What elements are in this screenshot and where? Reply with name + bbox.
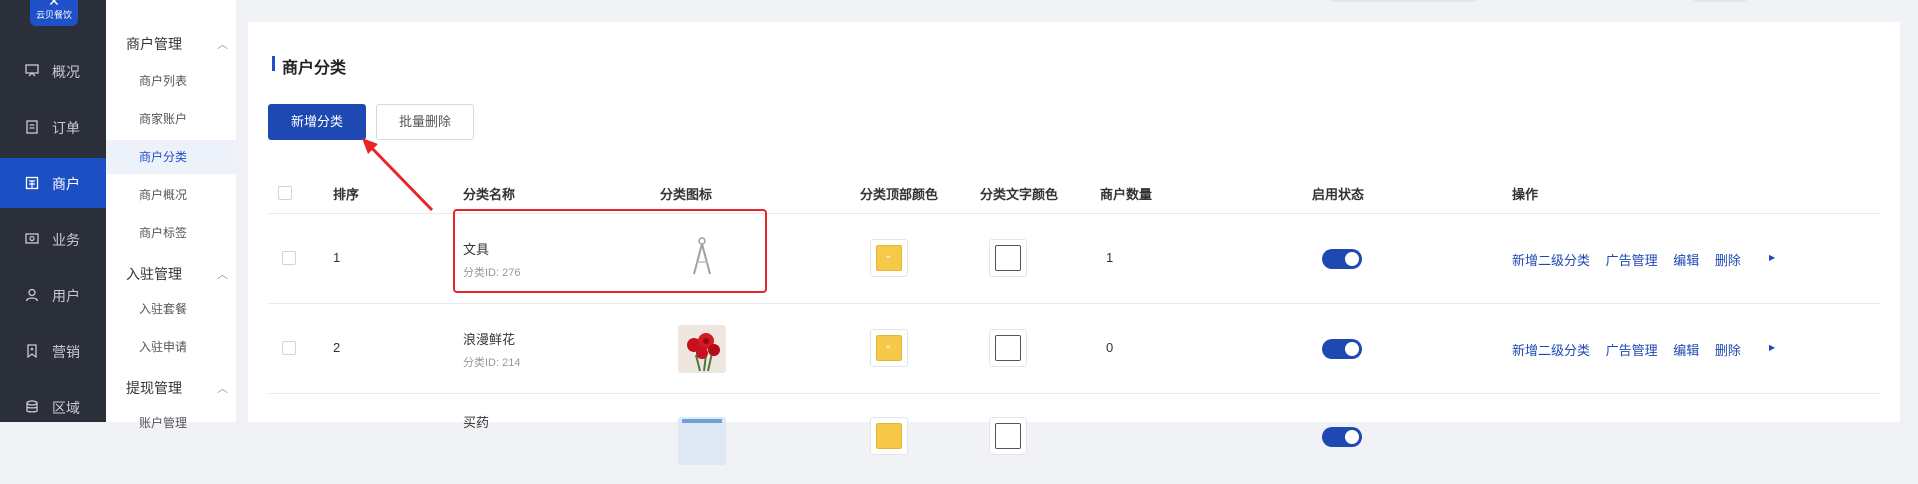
menu-group-onboarding[interactable]: 入驻管理 ︿ bbox=[126, 264, 228, 284]
menu-item-account-management[interactable]: 账户管理 bbox=[106, 406, 236, 440]
tag-icon bbox=[27, 344, 37, 359]
annotation-highlight-box bbox=[453, 209, 767, 293]
menu-item-merchant-categories[interactable]: 商户分类 bbox=[106, 140, 236, 174]
nav-marketing[interactable]: 营销 bbox=[0, 326, 106, 376]
chevron-down-icon: ⌄ bbox=[884, 250, 893, 261]
document-icon bbox=[26, 120, 38, 134]
top-header bbox=[236, 0, 1918, 8]
menu-item-merchant-list[interactable]: 商户列表 bbox=[106, 64, 236, 98]
col-ops: 操作 bbox=[1512, 187, 1539, 202]
col-text-color: 分类文字颜色 bbox=[980, 187, 1059, 202]
col-count: 商户数量 bbox=[1100, 187, 1153, 202]
row-order: 1 bbox=[333, 250, 341, 265]
color-fill bbox=[995, 423, 1021, 449]
batch-delete-button[interactable]: 批量删除 bbox=[376, 104, 474, 140]
delete-link[interactable]: 删除 bbox=[1715, 253, 1741, 268]
annotation-arrow-icon bbox=[362, 138, 434, 212]
page-title: 商户分类 bbox=[272, 54, 346, 78]
monitor-icon bbox=[25, 233, 39, 244]
menu-group-withdrawal[interactable]: 提现管理 ︿ bbox=[126, 378, 228, 398]
edit-link[interactable]: 编辑 bbox=[1673, 343, 1699, 358]
col-status: 启用状态 bbox=[1312, 187, 1365, 202]
add-category-button[interactable]: 新增分类 bbox=[268, 104, 366, 140]
text-color-picker[interactable] bbox=[989, 239, 1027, 277]
secondary-menu: 商户管理 ︿ 商户列表 商家账户 商户分类 商户概况 商户标签 入驻管理 ︿ 入… bbox=[106, 0, 236, 430]
add-subcategory-link[interactable]: 新增二级分类 bbox=[1512, 253, 1590, 268]
table-row: 买药 bbox=[268, 394, 1880, 484]
toggle-knob bbox=[1345, 252, 1359, 266]
top-color-picker[interactable] bbox=[870, 417, 908, 455]
chevron-down-icon: ⌄ bbox=[884, 340, 893, 351]
chart-board-icon bbox=[25, 64, 39, 77]
text-color-picker[interactable] bbox=[989, 417, 1027, 455]
nav-region[interactable]: 区域 bbox=[0, 382, 106, 432]
menu-item-merchant-accounts[interactable]: 商家账户 bbox=[106, 102, 236, 136]
menu-group-merchant-management[interactable]: 商户管理 ︿ bbox=[126, 34, 228, 54]
row-checkbox[interactable] bbox=[282, 341, 296, 355]
row-order: 2 bbox=[333, 340, 341, 355]
chevron-up-icon: ︿ bbox=[217, 269, 228, 281]
expand-arrow-icon[interactable]: ▶ bbox=[1769, 343, 1775, 352]
database-icon bbox=[26, 400, 38, 413]
menu-item-onboarding-plans[interactable]: 入驻套餐 bbox=[106, 292, 236, 326]
app-logo[interactable]: ✕ 云贝餐饮 bbox=[30, 0, 78, 26]
select-all-checkbox[interactable] bbox=[278, 186, 292, 200]
main-nav-rail: ✕ 云贝餐饮 概况 订单 商户 业务 用户 营销 区域 bbox=[0, 0, 106, 422]
nav-overview[interactable]: 概况 bbox=[0, 46, 106, 96]
col-top-color: 分类顶部颜色 bbox=[860, 187, 939, 202]
edit-link[interactable]: 编辑 bbox=[1673, 253, 1699, 268]
merchant-count: 0 bbox=[1106, 340, 1114, 355]
header-button[interactable] bbox=[1692, 0, 1748, 2]
delete-link[interactable]: 删除 bbox=[1715, 343, 1741, 358]
status-toggle[interactable] bbox=[1322, 249, 1362, 269]
table-row: 2 浪漫鲜花 分类ID: 214 ⌄ 0 新增二级分类 广告管理 编辑 删除 ▶ bbox=[268, 304, 1880, 394]
medicine-icon bbox=[678, 417, 726, 465]
menu-item-merchant-tags[interactable]: 商户标签 bbox=[106, 216, 236, 250]
nav-business[interactable]: 业务 bbox=[0, 214, 106, 264]
row-actions: 新增二级分类 广告管理 编辑 删除 bbox=[1512, 250, 1753, 269]
ad-management-link[interactable]: 广告管理 bbox=[1606, 253, 1658, 268]
row-checkbox[interactable] bbox=[282, 251, 296, 265]
table-header: 排序 分类名称 分类图标 分类顶部颜色 分类文字颜色 商户数量 启用状态 操作 bbox=[268, 172, 1880, 214]
menu-item-merchant-overview[interactable]: 商户概况 bbox=[106, 178, 236, 212]
store-icon bbox=[25, 176, 39, 190]
toggle-knob bbox=[1345, 342, 1359, 356]
text-color-picker[interactable] bbox=[989, 329, 1027, 367]
color-fill bbox=[876, 423, 902, 449]
logo-mark-icon: ✕ bbox=[48, 0, 60, 9]
category-name-cell: 浪漫鲜花 分类ID: 214 bbox=[463, 329, 520, 370]
chevron-up-icon: ︿ bbox=[217, 39, 228, 51]
chevron-up-icon: ︿ bbox=[217, 383, 228, 395]
header-search[interactable] bbox=[1328, 0, 1478, 2]
nav-orders[interactable]: 订单 bbox=[0, 102, 106, 152]
rose-icon bbox=[678, 325, 726, 373]
nav-users[interactable]: 用户 bbox=[0, 270, 106, 320]
top-color-picker[interactable]: ⌄ bbox=[870, 239, 908, 277]
expand-arrow-icon[interactable]: ▶ bbox=[1769, 253, 1775, 262]
user-icon bbox=[25, 288, 39, 302]
merchant-count: 1 bbox=[1106, 250, 1114, 265]
color-fill bbox=[995, 335, 1021, 361]
col-order: 排序 bbox=[333, 187, 360, 202]
status-toggle[interactable] bbox=[1322, 339, 1362, 359]
top-color-picker[interactable]: ⌄ bbox=[870, 329, 908, 367]
category-id: 分类ID: 214 bbox=[463, 357, 521, 369]
color-fill bbox=[995, 245, 1021, 271]
nav-merchants[interactable]: 商户 bbox=[0, 158, 106, 208]
menu-item-onboarding-applications[interactable]: 入驻申请 bbox=[106, 330, 236, 364]
ad-management-link[interactable]: 广告管理 bbox=[1606, 343, 1658, 358]
toggle-knob bbox=[1345, 430, 1359, 444]
category-name: 浪漫鲜花 bbox=[463, 332, 516, 347]
col-icon: 分类图标 bbox=[660, 187, 713, 202]
status-toggle[interactable] bbox=[1322, 427, 1362, 447]
add-subcategory-link[interactable]: 新增二级分类 bbox=[1512, 343, 1590, 358]
col-name: 分类名称 bbox=[463, 187, 516, 202]
row-actions: 新增二级分类 广告管理 编辑 删除 bbox=[1512, 340, 1753, 359]
